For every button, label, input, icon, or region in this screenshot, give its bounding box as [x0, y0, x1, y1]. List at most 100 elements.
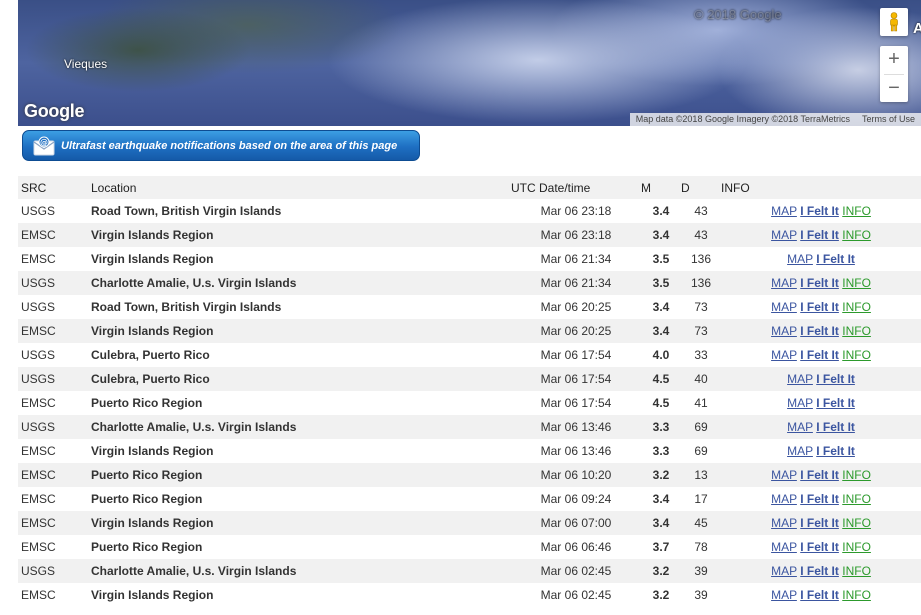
cell-depth: 136 — [681, 271, 721, 295]
terms-of-use-link[interactable]: Terms of Use — [862, 113, 915, 126]
cell-datetime: Mar 06 06:46 — [511, 535, 641, 559]
map-link[interactable]: MAP — [771, 540, 797, 554]
header-location: Location — [91, 176, 511, 199]
cell-location: Virgin Islands Region — [91, 223, 511, 247]
table-row: EMSC Virgin Islands Region Mar 06 20:25 3.4… — [18, 319, 921, 343]
map-link[interactable]: MAP — [787, 396, 813, 410]
cell-source: EMSC — [18, 535, 91, 559]
cell-location: Road Town, British Virgin Islands — [91, 295, 511, 319]
info-link[interactable]: INFO — [842, 228, 871, 242]
cell-location: Charlotte Amalie, U.s. Virgin Islands — [91, 559, 511, 583]
map-link[interactable]: MAP — [771, 300, 797, 314]
table-row: EMSC Virgin Islands Region Mar 06 21:34 3.5… — [18, 247, 921, 271]
felt-it-link[interactable]: I Felt It — [816, 420, 855, 434]
map-data-credit: Map data ©2018 Google Imagery ©2018 Terr… — [635, 114, 850, 124]
cell-datetime: Mar 06 02:45 — [511, 559, 641, 583]
cell-info-links: MAP I Felt It INFO — [721, 295, 921, 319]
map-attribution: Map data ©2018 Google Imagery ©2018 Terr… — [629, 113, 921, 126]
cell-depth: 69 — [681, 415, 721, 439]
felt-it-link[interactable]: I Felt It — [816, 252, 855, 266]
map-link[interactable]: MAP — [771, 348, 797, 362]
felt-it-link[interactable]: I Felt It — [800, 348, 839, 362]
cell-magnitude: 3.2 — [641, 559, 681, 583]
felt-it-link[interactable]: I Felt It — [800, 300, 839, 314]
felt-it-link[interactable]: I Felt It — [800, 516, 839, 530]
pegman-icon[interactable] — [880, 8, 908, 36]
cell-magnitude: 3.4 — [641, 223, 681, 247]
cell-source: USGS — [18, 271, 91, 295]
map-link[interactable]: MAP — [787, 420, 813, 434]
felt-it-link[interactable]: I Felt It — [800, 540, 839, 554]
table-row: EMSC Virgin Islands Region Mar 06 07:00 3.4… — [18, 511, 921, 535]
cell-magnitude: 3.3 — [641, 415, 681, 439]
cell-source: EMSC — [18, 463, 91, 487]
felt-it-link[interactable]: I Felt It — [800, 228, 839, 242]
info-link[interactable]: INFO — [842, 324, 871, 338]
cell-depth: 17 — [681, 487, 721, 511]
cell-magnitude: 4.5 — [641, 391, 681, 415]
earthquake-table: SRC Location UTC Date/time M D INFO USGS… — [18, 176, 921, 607]
info-link[interactable]: INFO — [842, 468, 871, 482]
cell-magnitude: 3.5 — [641, 271, 681, 295]
zoom-out-button[interactable]: − — [880, 75, 908, 103]
map-link[interactable]: MAP — [771, 492, 797, 506]
zoom-in-button[interactable]: + — [880, 46, 908, 74]
cell-source: USGS — [18, 415, 91, 439]
felt-it-link[interactable]: I Felt It — [816, 444, 855, 458]
info-link[interactable]: INFO — [842, 540, 871, 554]
cell-source: EMSC — [18, 583, 91, 607]
cell-location: Virgin Islands Region — [91, 319, 511, 343]
cell-info-links: MAP I Felt It — [721, 415, 921, 439]
map-link[interactable]: MAP — [771, 588, 797, 602]
map-view[interactable]: © 2018 Google Vieques Google A + − Map d… — [18, 0, 921, 126]
info-link[interactable]: INFO — [842, 516, 871, 530]
map-link[interactable]: MAP — [771, 228, 797, 242]
map-link[interactable]: MAP — [787, 444, 813, 458]
felt-it-link[interactable]: I Felt It — [800, 276, 839, 290]
cell-datetime: Mar 06 20:25 — [511, 295, 641, 319]
felt-it-link[interactable]: I Felt It — [800, 564, 839, 578]
info-link[interactable]: INFO — [842, 588, 871, 602]
cell-datetime: Mar 06 09:24 — [511, 487, 641, 511]
map-link[interactable]: MAP — [771, 276, 797, 290]
map-link[interactable]: MAP — [787, 252, 813, 266]
cell-info-links: MAP I Felt It INFO — [721, 199, 921, 223]
map-link[interactable]: MAP — [787, 372, 813, 386]
info-link[interactable]: INFO — [842, 300, 871, 314]
info-link[interactable]: INFO — [842, 492, 871, 506]
map-link[interactable]: MAP — [771, 204, 797, 218]
felt-it-link[interactable]: I Felt It — [816, 372, 855, 386]
map-link[interactable]: MAP — [771, 564, 797, 578]
cell-datetime: Mar 06 17:54 — [511, 391, 641, 415]
cell-datetime: Mar 06 10:20 — [511, 463, 641, 487]
info-link[interactable]: INFO — [842, 204, 871, 218]
map-link[interactable]: MAP — [771, 516, 797, 530]
map-link[interactable]: MAP — [771, 324, 797, 338]
info-link[interactable]: INFO — [842, 348, 871, 362]
felt-it-link[interactable]: I Felt It — [800, 588, 839, 602]
cell-info-links: MAP I Felt It INFO — [721, 487, 921, 511]
cell-datetime: Mar 06 17:54 — [511, 343, 641, 367]
felt-it-link[interactable]: I Felt It — [800, 204, 839, 218]
felt-it-link[interactable]: I Felt It — [800, 324, 839, 338]
table-row: USGS Charlotte Amalie, U.s. Virgin Island… — [18, 271, 921, 295]
cell-info-links: MAP I Felt It INFO — [721, 223, 921, 247]
cell-datetime: Mar 06 23:18 — [511, 199, 641, 223]
cell-source: USGS — [18, 367, 91, 391]
cell-datetime: Mar 06 20:25 — [511, 319, 641, 343]
cell-location: Virgin Islands Region — [91, 247, 511, 271]
cell-location: Virgin Islands Region — [91, 439, 511, 463]
felt-it-link[interactable]: I Felt It — [800, 492, 839, 506]
notification-label: Ultrafast earthquake notifications based… — [61, 139, 398, 152]
earthquake-notification-button[interactable]: @ Ultrafast earthquake notifications bas… — [22, 130, 420, 161]
felt-it-link[interactable]: I Felt It — [816, 396, 855, 410]
map-link[interactable]: MAP — [771, 468, 797, 482]
info-link[interactable]: INFO — [842, 564, 871, 578]
cell-depth: 43 — [681, 199, 721, 223]
cell-location: Culebra, Puerto Rico — [91, 343, 511, 367]
table-row: EMSC Puerto Rico Region Mar 06 17:54 4.5 41 M… — [18, 391, 921, 415]
cell-datetime: Mar 06 21:34 — [511, 247, 641, 271]
cell-magnitude: 3.2 — [641, 463, 681, 487]
felt-it-link[interactable]: I Felt It — [800, 468, 839, 482]
info-link[interactable]: INFO — [842, 276, 871, 290]
